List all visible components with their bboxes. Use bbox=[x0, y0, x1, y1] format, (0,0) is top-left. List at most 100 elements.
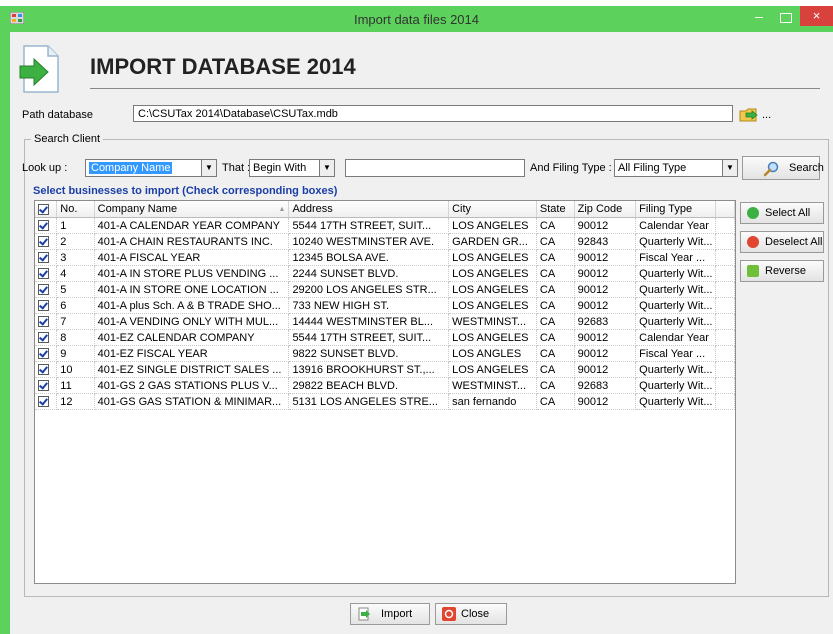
column-header-company-label: Company Name bbox=[97, 203, 178, 215]
column-header-address[interactable]: Address bbox=[288, 201, 450, 218]
column-header-state[interactable]: State bbox=[536, 201, 575, 218]
row-checkbox[interactable] bbox=[38, 300, 49, 312]
column-header-spacer bbox=[715, 201, 735, 218]
row-checkbox-cell[interactable] bbox=[35, 361, 58, 378]
row-checkbox-cell[interactable] bbox=[35, 265, 58, 282]
search-button[interactable]: Search bbox=[742, 156, 824, 180]
row-company: 401-A IN STORE ONE LOCATION ... bbox=[94, 281, 290, 298]
row-checkbox[interactable] bbox=[38, 332, 49, 344]
maximize-button[interactable] bbox=[775, 8, 797, 26]
row-filing-type: Quarterly Wit... bbox=[635, 361, 717, 378]
row-checkbox[interactable] bbox=[38, 268, 49, 280]
match-mode-select[interactable]: Begin With ▼ bbox=[249, 159, 335, 177]
table-row[interactable]: 12 401-GS GAS STATION & MINIMAR... 5131 LO… bbox=[35, 393, 735, 410]
row-zip: 90012 bbox=[574, 297, 637, 314]
table-row[interactable]: 8 401-EZ CALENDAR COMPANY 5544 17TH STREET… bbox=[35, 329, 735, 346]
row-filing-type: Quarterly Wit... bbox=[635, 377, 717, 394]
row-city: LOS ANGELES bbox=[448, 217, 537, 234]
row-spacer bbox=[715, 281, 735, 298]
deselect-all-button[interactable]: Deselect All bbox=[740, 231, 824, 253]
row-state: CA bbox=[536, 361, 575, 378]
column-header-company[interactable]: Company Name ▲ bbox=[94, 201, 290, 218]
header-check-all[interactable] bbox=[35, 201, 58, 218]
row-checkbox[interactable] bbox=[38, 284, 49, 296]
column-header-no[interactable]: No. bbox=[56, 201, 95, 218]
row-no: 10 bbox=[56, 361, 95, 378]
title-bar[interactable]: Import data files 2014 – × bbox=[0, 6, 833, 32]
chevron-down-icon[interactable]: ▼ bbox=[722, 160, 737, 176]
table-row[interactable]: 4 401-A IN STORE PLUS VENDING ... 2244 SUN… bbox=[35, 265, 735, 282]
row-spacer bbox=[715, 217, 735, 234]
row-checkbox[interactable] bbox=[38, 348, 49, 360]
row-zip: 90012 bbox=[574, 345, 637, 362]
import-button[interactable]: Import bbox=[350, 603, 430, 625]
table-row[interactable]: 6 401-A plus Sch. A & B TRADE SHO... 733 N… bbox=[35, 297, 735, 314]
table-row[interactable]: 1 401-A CALENDAR YEAR COMPANY 5544 17TH ST… bbox=[35, 217, 735, 234]
column-header-zip[interactable]: Zip Code bbox=[574, 201, 637, 218]
power-off-icon bbox=[442, 607, 456, 621]
row-checkbox[interactable] bbox=[38, 220, 49, 232]
row-filing-type: Quarterly Wit... bbox=[635, 313, 717, 330]
row-checkbox-cell[interactable] bbox=[35, 297, 58, 314]
row-checkbox[interactable] bbox=[38, 316, 49, 328]
row-city: LOS ANGELES bbox=[448, 361, 537, 378]
table-header-row: No. Company Name ▲ Address City State Zip… bbox=[35, 201, 735, 218]
business-grid[interactable]: No. Company Name ▲ Address City State Zip… bbox=[34, 200, 736, 584]
row-zip: 90012 bbox=[574, 249, 637, 266]
reverse-button[interactable]: Reverse bbox=[740, 260, 824, 282]
table-row[interactable]: 11 401-GS 2 GAS STATIONS PLUS V... 29822 B… bbox=[35, 377, 735, 394]
table-row[interactable]: 2 401-A CHAIN RESTAURANTS INC. 10240 WESTM… bbox=[35, 233, 735, 250]
select-all-button[interactable]: Select All bbox=[740, 202, 824, 224]
row-checkbox-cell[interactable] bbox=[35, 249, 58, 266]
row-checkbox[interactable] bbox=[38, 236, 49, 248]
row-checkbox-cell[interactable] bbox=[35, 313, 58, 330]
row-checkbox-cell[interactable] bbox=[35, 377, 58, 394]
row-filing-type: Quarterly Wit... bbox=[635, 393, 717, 410]
chevron-down-icon[interactable]: ▼ bbox=[201, 160, 216, 176]
row-no: 9 bbox=[56, 345, 95, 362]
table-row[interactable]: 5 401-A IN STORE ONE LOCATION ... 29200 LO… bbox=[35, 281, 735, 298]
row-city: WESTMINST... bbox=[448, 377, 537, 394]
checkbox-checked-icon[interactable] bbox=[38, 203, 49, 215]
page-title: IMPORT DATABASE 2014 bbox=[90, 54, 356, 79]
table-row[interactable]: 9 401-EZ FISCAL YEAR 9822 SUNSET BLVD. LOS … bbox=[35, 345, 735, 362]
close-window-button[interactable]: × bbox=[800, 6, 833, 26]
row-address: 5544 17TH STREET, SUIT... bbox=[288, 329, 450, 346]
row-company: 401-EZ FISCAL YEAR bbox=[94, 345, 290, 362]
row-checkbox[interactable] bbox=[38, 364, 49, 376]
row-checkbox[interactable] bbox=[38, 396, 49, 408]
lookup-field-select[interactable]: Company Name ▼ bbox=[85, 159, 217, 177]
row-state: CA bbox=[536, 345, 575, 362]
column-header-filing[interactable]: Filing Type bbox=[635, 201, 717, 218]
column-header-city[interactable]: City bbox=[448, 201, 537, 218]
row-address: 9822 SUNSET BLVD. bbox=[288, 345, 450, 362]
row-checkbox[interactable] bbox=[38, 252, 49, 264]
row-state: CA bbox=[536, 217, 575, 234]
browse-button[interactable]: ... bbox=[738, 105, 778, 124]
path-input[interactable]: C:\CSUTax 2014\Database\CSUTax.mdb bbox=[133, 105, 733, 122]
row-address: 12345 BOLSA AVE. bbox=[288, 249, 450, 266]
search-client-legend: Search Client bbox=[34, 133, 101, 145]
row-checkbox-cell[interactable] bbox=[35, 217, 58, 234]
close-button[interactable]: Close bbox=[435, 603, 507, 625]
minimize-button[interactable]: – bbox=[748, 8, 770, 26]
row-checkbox[interactable] bbox=[38, 380, 49, 392]
filing-type-select[interactable]: All Filing Type ▼ bbox=[614, 159, 738, 177]
row-address: 13916 BROOKHURST ST.,... bbox=[288, 361, 450, 378]
row-no: 7 bbox=[56, 313, 95, 330]
row-address: 5544 17TH STREET, SUIT... bbox=[288, 217, 450, 234]
search-input[interactable] bbox=[345, 159, 525, 177]
row-checkbox-cell[interactable] bbox=[35, 233, 58, 250]
row-checkbox-cell[interactable] bbox=[35, 281, 58, 298]
row-company: 401-EZ SINGLE DISTRICT SALES ... bbox=[94, 361, 290, 378]
table-row[interactable]: 10 401-EZ SINGLE DISTRICT SALES ... 13916 … bbox=[35, 361, 735, 378]
table-row[interactable]: 7 401-A VENDING ONLY WITH MUL... 14444 WES… bbox=[35, 313, 735, 330]
row-checkbox-cell[interactable] bbox=[35, 393, 58, 410]
chevron-down-icon[interactable]: ▼ bbox=[319, 160, 334, 176]
row-state: CA bbox=[536, 393, 575, 410]
row-checkbox-cell[interactable] bbox=[35, 345, 58, 362]
row-no: 2 bbox=[56, 233, 95, 250]
table-body: 1 401-A CALENDAR YEAR COMPANY 5544 17TH ST… bbox=[35, 217, 735, 410]
table-row[interactable]: 3 401-A FISCAL YEAR 12345 BOLSA AVE. LOS AN… bbox=[35, 249, 735, 266]
row-checkbox-cell[interactable] bbox=[35, 329, 58, 346]
